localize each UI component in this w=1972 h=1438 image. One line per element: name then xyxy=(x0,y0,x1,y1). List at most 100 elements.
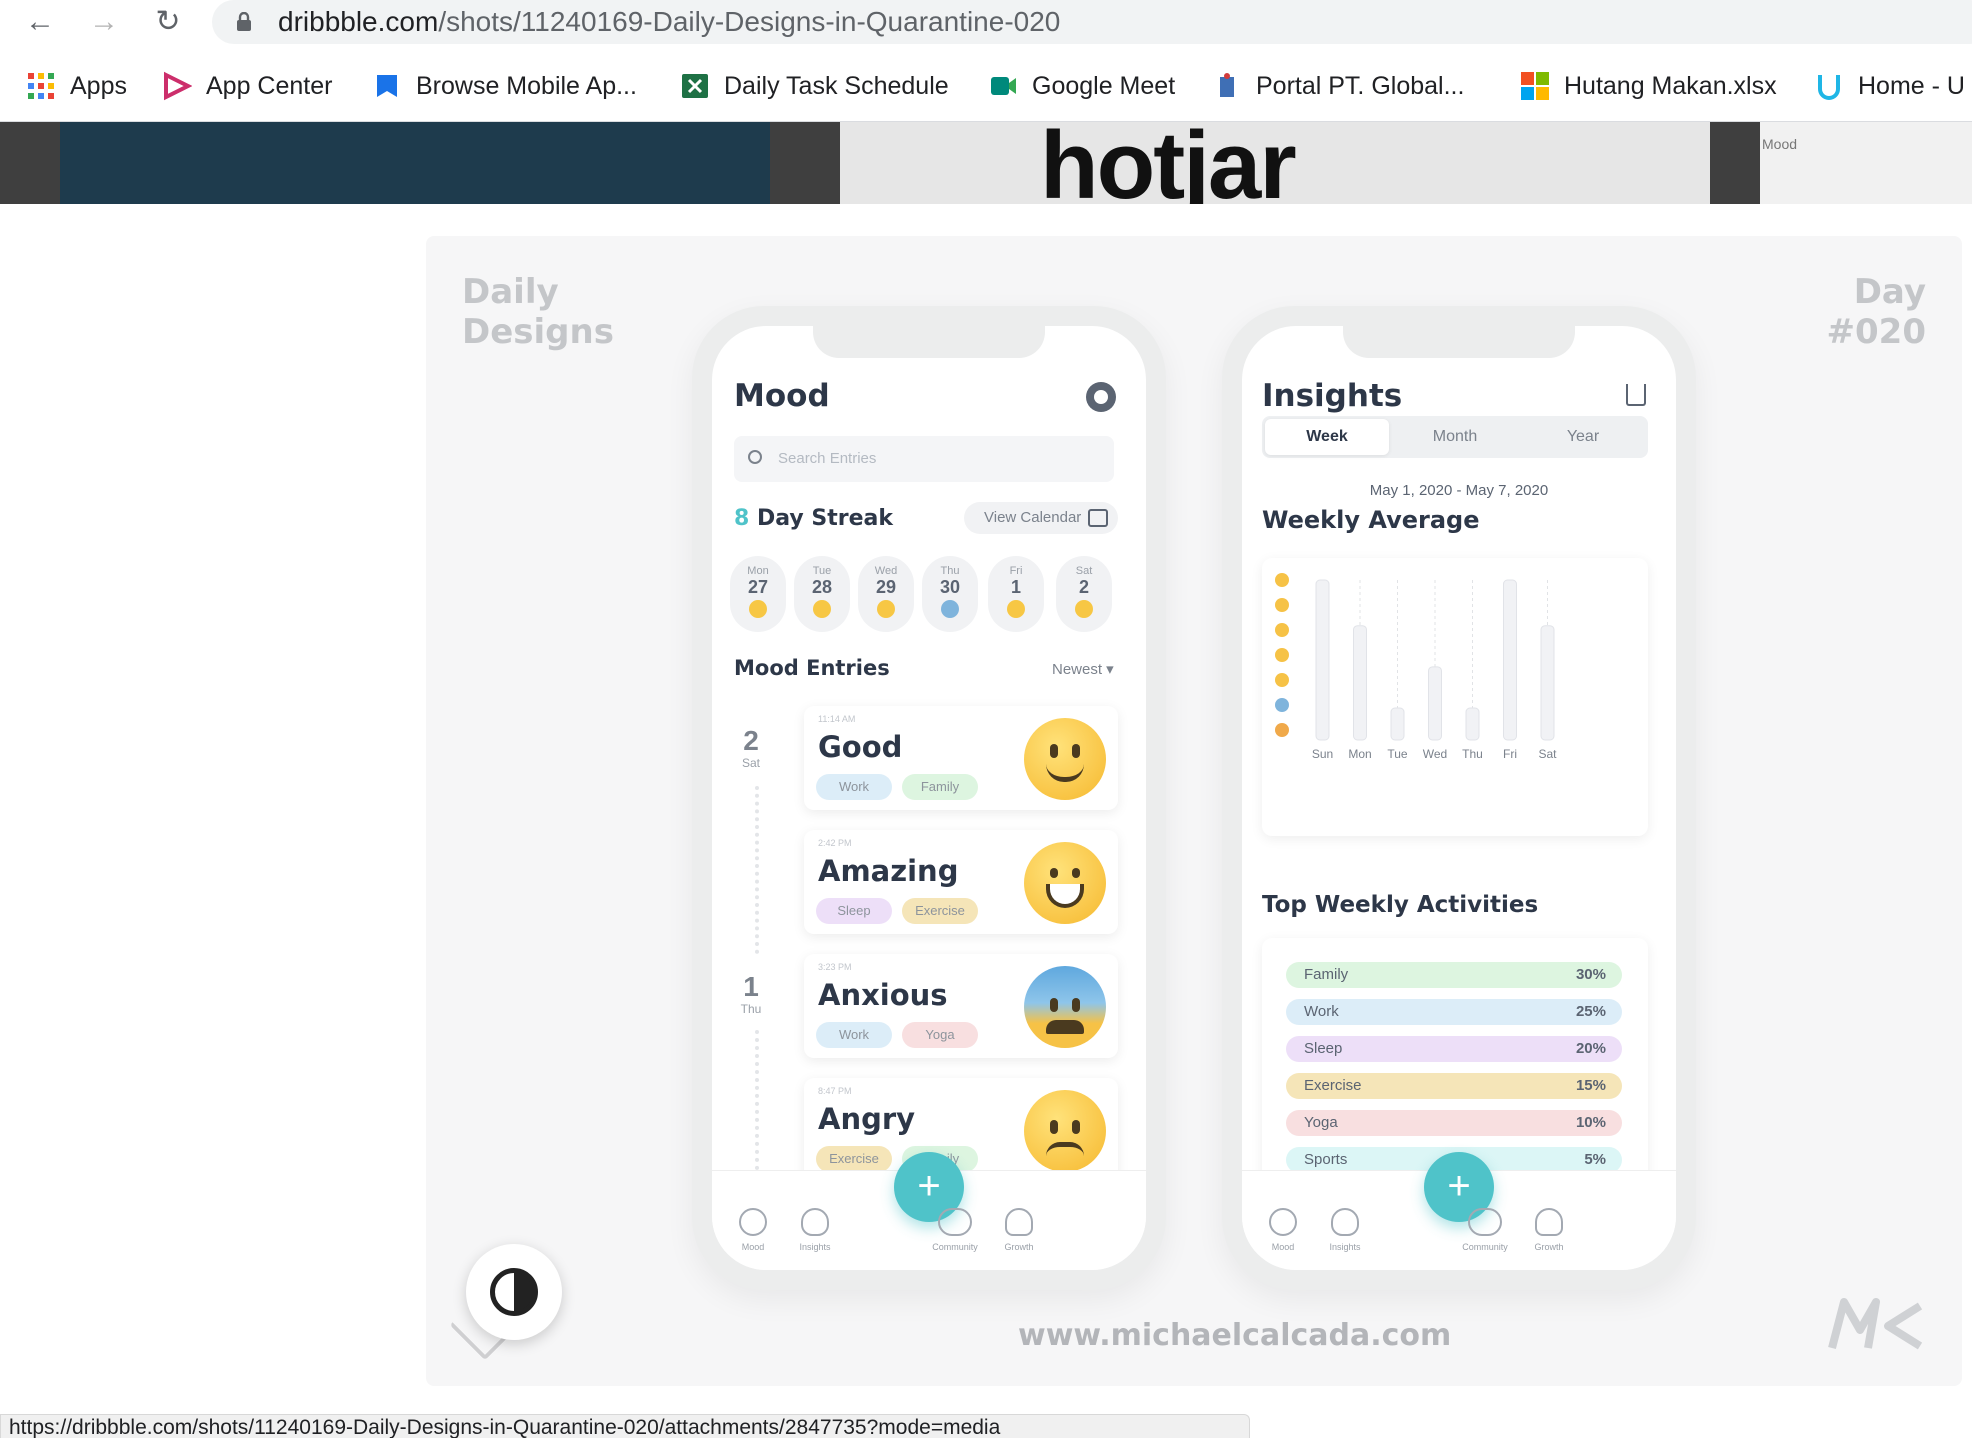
segment-year[interactable]: Year xyxy=(1521,419,1645,455)
group-day: Thu xyxy=(740,1002,762,1016)
bookmark-daily-task[interactable]: Daily Task Schedule xyxy=(680,60,949,112)
gear-icon[interactable] xyxy=(1086,382,1116,412)
meet-icon xyxy=(988,71,1018,101)
streak-day[interactable]: Wed 29 xyxy=(858,556,914,632)
group-day: Sat xyxy=(741,756,760,770)
bookmark-label: Daily Task Schedule xyxy=(724,71,949,100)
period-segmented-control: Week Month Year xyxy=(1262,416,1648,458)
entry-date-group: 2 Sat xyxy=(734,725,768,771)
sad-icon xyxy=(877,600,895,618)
entry-time: 11:14 AM xyxy=(818,714,856,724)
nav-label: Growth xyxy=(1534,1242,1564,1252)
url-path: /shots/11240169-Daily-Designs-in-Quarant… xyxy=(438,6,1061,37)
bar-mon xyxy=(1353,625,1367,741)
entry-mood: Amazing xyxy=(818,854,959,888)
bookmark-google-meet[interactable]: Google Meet xyxy=(988,60,1175,112)
entry-tag: Work xyxy=(816,774,892,800)
nav-label: Growth xyxy=(1004,1242,1034,1252)
nav-growth[interactable]: Growth xyxy=(1514,1208,1584,1252)
phone-notch xyxy=(813,326,1045,358)
entry-time: 8:47 PM xyxy=(818,1086,852,1096)
activity-percent: 10% xyxy=(1575,1114,1606,1131)
reload-icon[interactable]: ↻ xyxy=(146,2,190,42)
nav-insights[interactable]: Insights xyxy=(1310,1208,1380,1252)
streak-day[interactable]: Fri 1 xyxy=(988,556,1044,632)
mood-phone: Mood Search Entries 8 Day Streak View Ca… xyxy=(692,306,1166,1290)
bar-sun xyxy=(1315,579,1330,741)
url-text[interactable]: dribbble.com/shots/11240169-Daily-Design… xyxy=(278,6,1060,38)
nav-community[interactable]: Community xyxy=(1450,1208,1520,1252)
nav-insights[interactable]: Insights xyxy=(780,1208,850,1252)
day-name: Mon xyxy=(747,565,769,577)
streak-day[interactable]: Thu 30 xyxy=(922,556,978,632)
sort-dropdown[interactable]: Newest ▾ xyxy=(1052,660,1114,678)
nav-mood[interactable]: Mood xyxy=(1248,1208,1318,1252)
lock-icon xyxy=(237,12,251,31)
lotus-icon xyxy=(1005,1208,1033,1236)
background-shot-thumbnail[interactable] xyxy=(60,122,770,204)
streak-day[interactable]: Tue 28 xyxy=(794,556,850,632)
activity-row: Sleep 20% xyxy=(1286,1036,1622,1062)
streak-day[interactable]: Mon 27 xyxy=(730,556,786,632)
bookmark-app-center[interactable]: App Center xyxy=(162,60,332,112)
mood-entry-card[interactable]: 3:23 PM Anxious Work Yoga xyxy=(804,954,1118,1058)
mood-entry-card[interactable]: 8:47 PM Angry Exercise Family xyxy=(804,1078,1118,1182)
bookmark-apps[interactable]: Apps xyxy=(26,60,127,112)
grin-icon xyxy=(1024,842,1106,924)
day-date: 30 xyxy=(939,577,961,597)
activity-name: Work xyxy=(1304,1003,1339,1020)
activity-percent: 20% xyxy=(1575,1040,1606,1057)
mood-entry-card[interactable]: 2:42 PM Amazing Sleep Exercise xyxy=(804,830,1118,934)
app-center-icon xyxy=(162,71,193,101)
portal-icon xyxy=(1212,71,1242,101)
segment-week[interactable]: Week xyxy=(1265,419,1389,455)
background-shot-thumbnail[interactable] xyxy=(1760,122,1972,204)
entry-tag: Yoga xyxy=(902,1022,978,1048)
view-calendar-button[interactable]: View Calendar xyxy=(964,502,1118,534)
microsoft-icon xyxy=(1520,71,1550,101)
daily-designs-label: Daily Designs xyxy=(462,272,614,352)
bookmark-icon xyxy=(372,71,402,101)
mood-scale-icon xyxy=(1275,573,1289,587)
mood-entry-card[interactable]: 11:14 AM Good Work Family xyxy=(804,706,1118,810)
smile-icon xyxy=(749,600,767,618)
bottom-nav: Mood Insights + Community Growth xyxy=(1242,1152,1676,1270)
group-date: 2 xyxy=(743,725,759,756)
search-input[interactable]: Search Entries xyxy=(734,436,1114,482)
excel-icon xyxy=(680,71,710,101)
label-line: Daily xyxy=(462,272,559,312)
bookmark-hutang-makan[interactable]: Hutang Makan.xlsx xyxy=(1520,60,1777,112)
mood-scale-icon xyxy=(1275,698,1289,712)
bookmark-label: Hutang Makan.xlsx xyxy=(1564,71,1777,100)
day-date: 29 xyxy=(875,577,897,597)
view-calendar-label: View Calendar xyxy=(984,509,1082,526)
shot-image[interactable] xyxy=(426,236,1962,1386)
contrast-icon xyxy=(490,1268,538,1316)
nav-community[interactable]: Community xyxy=(920,1208,990,1252)
day-name: Fri xyxy=(1009,565,1023,577)
x-tick-label: Sun xyxy=(1312,747,1333,761)
bookmark-home[interactable]: Home - U xyxy=(1814,60,1965,112)
mood-face-icon xyxy=(1269,1208,1297,1236)
nav-growth[interactable]: Growth xyxy=(984,1208,1054,1252)
forward-icon[interactable]: → xyxy=(82,2,126,42)
day-date: 27 xyxy=(747,577,769,597)
mood-scale-icon xyxy=(1275,648,1289,662)
url-domain: dribbble.com xyxy=(278,6,439,37)
bookmark-portal[interactable]: Portal PT. Global... xyxy=(1212,60,1464,112)
grid-icon xyxy=(26,71,56,101)
segment-month[interactable]: Month xyxy=(1393,419,1517,455)
insights-title: Insights xyxy=(1262,378,1403,414)
bookmark-browse-mobile[interactable]: Browse Mobile Ap... xyxy=(372,60,637,112)
timeline-dots xyxy=(755,1030,759,1170)
nav-mood[interactable]: Mood xyxy=(718,1208,788,1252)
timeline-dots xyxy=(755,786,759,954)
bookmark-label: Apps xyxy=(70,71,127,100)
share-icon[interactable] xyxy=(1626,384,1646,406)
insights-screen: Insights Week Month Year May 1, 2020 - M… xyxy=(1242,326,1676,1270)
community-icon xyxy=(1468,1208,1502,1236)
udemy-icon xyxy=(1814,71,1844,101)
streak-day[interactable]: Sat 2 xyxy=(1056,556,1112,632)
activity-name: Family xyxy=(1304,966,1349,983)
back-icon[interactable]: ← xyxy=(18,2,62,42)
